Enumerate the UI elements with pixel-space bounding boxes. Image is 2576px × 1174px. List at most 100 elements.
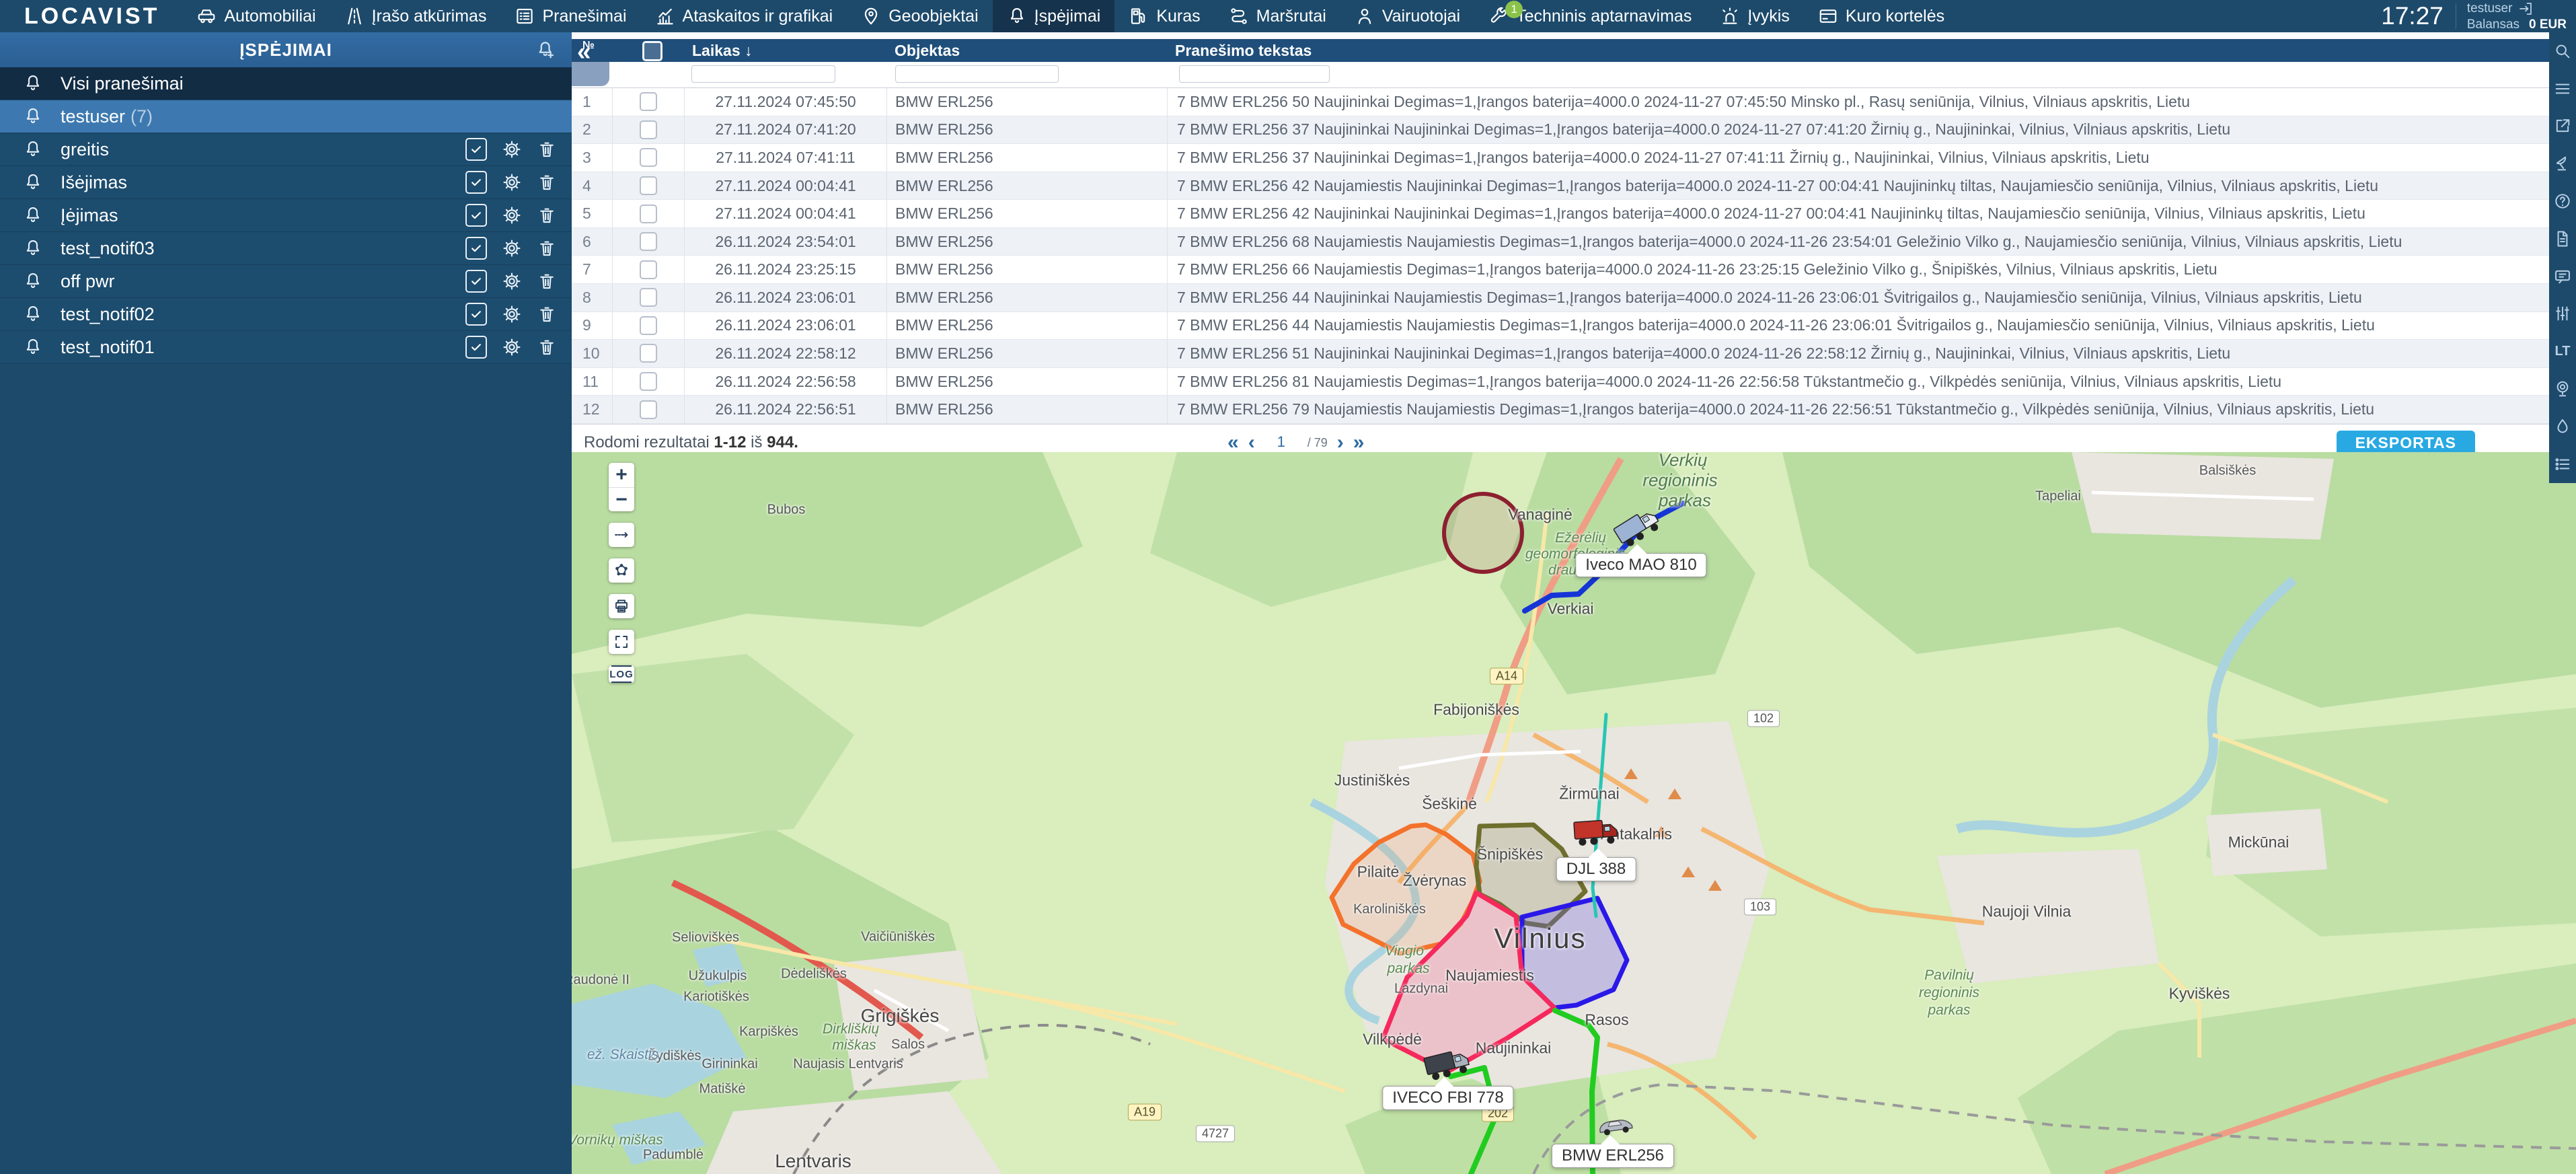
nav-item-8[interactable]: Vairuotojai [1340, 0, 1474, 32]
row-checkbox[interactable] [640, 344, 657, 363]
table-row[interactable]: 1026.11.2024 22:58:12BMW ERL2567 BMW ERL… [572, 340, 2576, 368]
nav-item-6[interactable]: Kuras [1114, 0, 1214, 32]
alert-delete-icon[interactable] [537, 139, 557, 159]
table-row[interactable]: 427.11.2024 00:04:41BMW ERL2567 BMW ERL2… [572, 172, 2576, 200]
row-checkbox[interactable] [640, 120, 657, 139]
toolbar-search-button[interactable] [2549, 32, 2576, 70]
toolbar-chat-button[interactable] [2549, 258, 2576, 295]
first-page-button[interactable]: « [1227, 431, 1239, 454]
row-checkbox[interactable] [640, 288, 657, 307]
alert-enabled-checkbox[interactable] [465, 336, 487, 359]
table-row[interactable]: 626.11.2024 23:54:01BMW ERL2567 BMW ERL2… [572, 228, 2576, 256]
map-print-button[interactable] [609, 594, 634, 618]
object-filter-input[interactable] [895, 65, 1059, 83]
toolbar-sliders-button[interactable] [2549, 295, 2576, 333]
map-zoom-out-button[interactable]: − [609, 487, 634, 511]
alert-enabled-checkbox[interactable] [465, 237, 487, 260]
sidebar-item-4[interactable]: Įėjimas [0, 199, 572, 232]
alert-delete-icon[interactable] [537, 205, 557, 225]
logout-icon[interactable] [2517, 1, 2534, 17]
sidebar-item-6[interactable]: off pwr [0, 265, 572, 298]
column-object[interactable]: Objektas [886, 42, 1167, 60]
table-row[interactable]: 926.11.2024 23:06:01BMW ERL2567 BMW ERL2… [572, 312, 2576, 340]
vehicle-marker[interactable] [1572, 815, 1620, 850]
map-log-button[interactable]: LOG [611, 665, 632, 683]
toolbar-help-button[interactable] [2549, 182, 2576, 220]
table-row[interactable]: 527.11.2024 00:04:41BMW ERL2567 BMW ERL2… [572, 200, 2576, 228]
sidebar-item-2[interactable]: greitis [0, 133, 572, 166]
time-filter-input[interactable] [691, 65, 835, 83]
row-checkbox[interactable] [640, 260, 657, 279]
toolbar-external-button[interactable] [2549, 108, 2576, 145]
table-row[interactable]: 1226.11.2024 22:56:51BMW ERL2567 BMW ERL… [572, 396, 2576, 424]
toolbar-file-button[interactable] [2549, 220, 2576, 258]
row-checkbox[interactable] [640, 372, 657, 391]
nav-item-3[interactable]: Ataskaitos ir grafikai [641, 0, 847, 32]
alert-delete-icon[interactable] [537, 337, 557, 357]
prev-page-button[interactable]: ‹ [1248, 431, 1255, 454]
row-checkbox[interactable] [640, 205, 657, 223]
nav-item-2[interactable]: Pranešimai [500, 0, 640, 32]
map-zoom-in-button[interactable]: + [609, 463, 634, 487]
last-page-button[interactable]: » [1353, 431, 1365, 454]
collapse-sidebar-icon[interactable]: « [577, 42, 591, 62]
table-row[interactable]: 1126.11.2024 22:56:58BMW ERL2567 BMW ERL… [572, 368, 2576, 396]
nav-item-10[interactable]: Įvykis [1706, 0, 1804, 32]
alert-settings-icon[interactable] [502, 337, 522, 357]
row-checkbox[interactable] [640, 232, 657, 251]
collapse-tab[interactable] [572, 62, 609, 86]
toolbar-globe-button[interactable] [2549, 370, 2576, 408]
table-row[interactable]: 327.11.2024 07:41:11BMW ERL2567 BMW ERL2… [572, 144, 2576, 172]
row-checkbox[interactable] [640, 148, 657, 167]
row-checkbox[interactable] [640, 400, 657, 419]
nav-item-5[interactable]: Įspėjimai [993, 0, 1115, 32]
vehicle-label[interactable]: DJL 388 [1556, 857, 1636, 881]
alert-delete-icon[interactable] [537, 304, 557, 324]
alert-enabled-checkbox[interactable] [465, 303, 487, 326]
toolbar-list2-button[interactable] [2549, 445, 2576, 483]
alert-delete-icon[interactable] [537, 238, 557, 258]
nav-item-11[interactable]: Kuro kortelės [1804, 0, 1959, 32]
sidebar-item-0[interactable]: Visi pranešimai [0, 67, 572, 100]
row-checkbox[interactable] [640, 316, 657, 335]
sidebar-item-5[interactable]: test_notif03 [0, 232, 572, 265]
select-all-checkbox[interactable] [642, 41, 662, 61]
nav-item-4[interactable]: Geoobjektai [847, 0, 992, 32]
alert-settings-icon[interactable] [502, 172, 522, 192]
next-page-button[interactable]: › [1337, 431, 1344, 454]
alert-settings-icon[interactable] [502, 271, 522, 291]
sidebar-item-7[interactable]: test_notif02 [0, 298, 572, 331]
table-row[interactable]: 726.11.2024 23:25:15BMW ERL2567 BMW ERL2… [572, 256, 2576, 284]
alert-delete-icon[interactable] [537, 172, 557, 192]
alert-settings-icon[interactable] [502, 304, 522, 324]
sidebar-item-1[interactable]: testuser(7) [0, 100, 572, 133]
map-fullscreen-button[interactable] [609, 630, 634, 654]
nav-item-7[interactable]: Maršrutai [1215, 0, 1340, 32]
alert-enabled-checkbox[interactable] [465, 270, 487, 293]
alert-enabled-checkbox[interactable] [465, 171, 487, 194]
alert-settings-icon[interactable] [502, 205, 522, 225]
map-measure-button[interactable] [609, 523, 634, 547]
toolbar-menu-button[interactable] [2549, 70, 2576, 108]
column-time[interactable]: Laikas ↓ [684, 42, 886, 60]
vehicle-label[interactable]: IVECO FBI 778 [1382, 1086, 1513, 1110]
table-row[interactable]: 826.11.2024 23:06:01BMW ERL2567 BMW ERL2… [572, 284, 2576, 312]
row-checkbox[interactable] [640, 176, 657, 195]
vehicle-label[interactable]: Iveco MAO 810 [1575, 553, 1706, 577]
row-checkbox[interactable] [640, 92, 657, 111]
alert-enabled-checkbox[interactable] [465, 138, 487, 161]
page-number-input[interactable] [1264, 432, 1298, 453]
add-alert-icon[interactable] [535, 39, 557, 61]
vehicle-label[interactable]: BMW ERL256 [1552, 1144, 1674, 1168]
alert-enabled-checkbox[interactable] [465, 204, 487, 227]
nav-item-0[interactable]: Automobiliai [182, 0, 330, 32]
alert-settings-icon[interactable] [502, 238, 522, 258]
alert-settings-icon[interactable] [502, 139, 522, 159]
toolbar-drop-button[interactable] [2549, 408, 2576, 445]
language-button[interactable]: LT [2549, 332, 2576, 370]
column-text[interactable]: Pranešimo tekstas [1167, 42, 2576, 60]
text-filter-input[interactable] [1179, 65, 1330, 83]
toolbar-satellite-button[interactable] [2549, 145, 2576, 182]
table-row[interactable]: 127.11.2024 07:45:50BMW ERL2567 BMW ERL2… [572, 88, 2576, 116]
map-draw-polygon-button[interactable] [609, 558, 634, 583]
